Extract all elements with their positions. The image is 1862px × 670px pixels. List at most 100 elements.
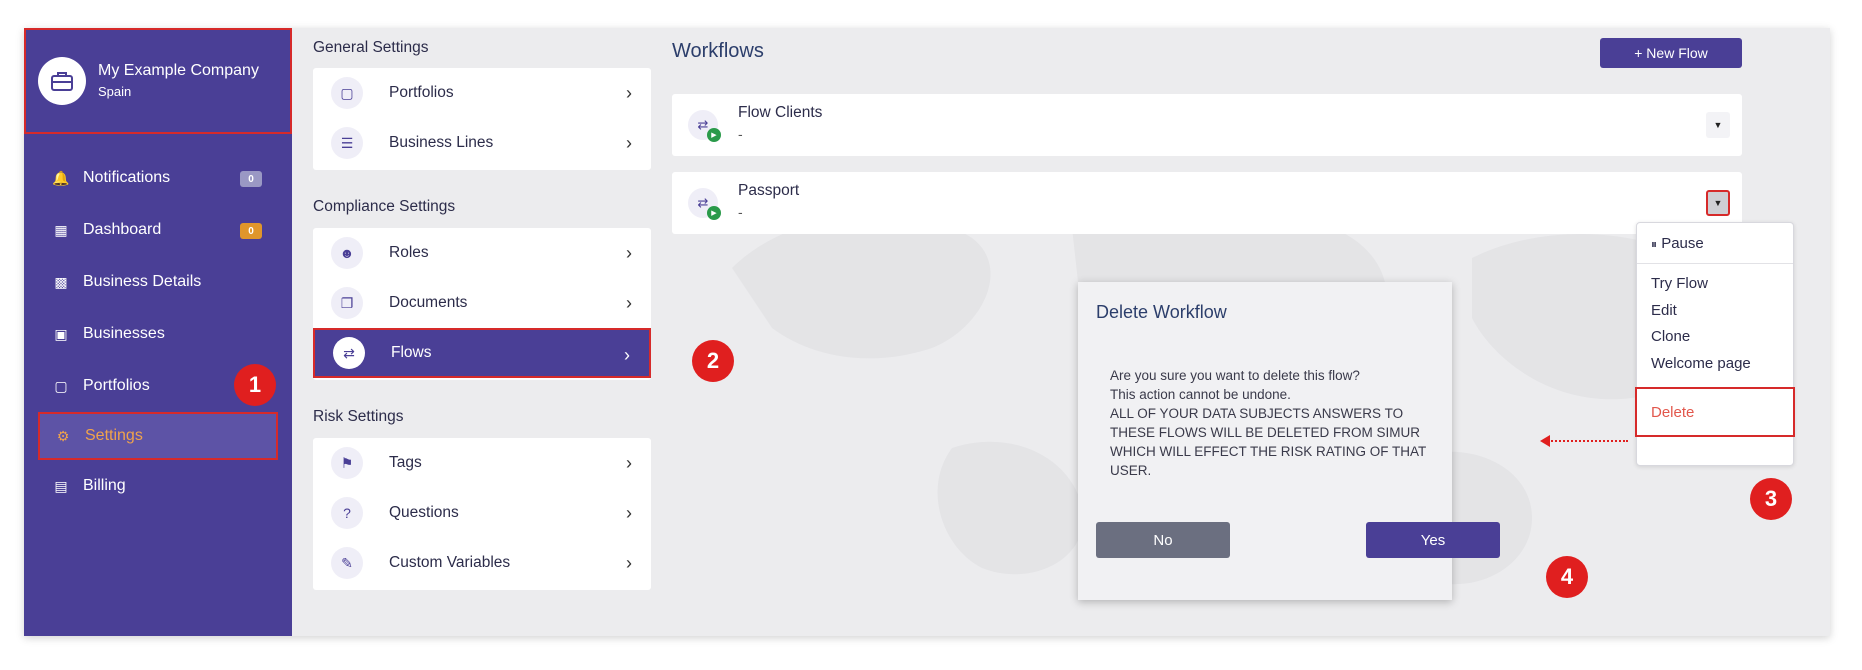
settings-item-tags[interactable]: ⚑ Tags › <box>313 438 651 488</box>
play-icon: ▶ <box>707 128 721 142</box>
settings-item-questions[interactable]: ? Questions › <box>313 488 651 538</box>
settings-item-label: Flows <box>391 344 432 361</box>
invoice-icon: ▤ <box>54 477 68 494</box>
settings-item-label: Custom Variables <box>389 554 511 571</box>
sidebar: My Example Company Spain 🔔 Notifications… <box>24 28 292 636</box>
edit-icon: ✎ <box>331 547 363 579</box>
dialog-line: USER. <box>1110 463 1152 478</box>
flow-icon: ⇄ ▶ <box>688 110 721 142</box>
notifications-badge: 0 <box>240 171 262 187</box>
flow-name: Passport <box>738 182 800 199</box>
sidebar-item-businesses[interactable]: ▣ Businesses <box>24 308 292 360</box>
briefcase-icon: ▢ <box>331 77 363 109</box>
company-avatar <box>38 57 86 105</box>
sidebar-item-billing[interactable]: ▤ Billing <box>24 460 292 512</box>
company-header[interactable]: My Example Company Spain <box>24 28 292 134</box>
user-tie-icon: ☻ <box>331 237 363 269</box>
step-marker-1: 1 <box>234 364 276 406</box>
settings-panel: General Settings ▢ Portfolios › ☰ Busine… <box>292 28 652 636</box>
compliance-settings-title: Compliance Settings <box>313 198 456 215</box>
chevron-right-icon: › <box>626 552 632 573</box>
general-settings-title: General Settings <box>313 39 429 56</box>
org-chart-icon: ☰ <box>331 127 363 159</box>
sidebar-nav: 🔔 Notifications 0 ▦ Dashboard 0 ▩ Busine… <box>24 152 292 512</box>
flow-dropdown-toggle[interactable]: ▼ <box>1706 112 1730 138</box>
flow-icon: ⇄ ▶ <box>688 188 721 220</box>
step-marker-4: 4 <box>1546 556 1588 598</box>
annotation-arrow-head <box>1540 435 1550 447</box>
no-button[interactable]: No <box>1096 522 1230 558</box>
sidebar-item-label: Business Details <box>83 273 202 290</box>
compliance-settings-card: ☻ Roles › ❐ Documents › ⇄ Flows › <box>313 228 651 380</box>
pause-icon: ⏸ <box>1651 237 1658 251</box>
flow-subtitle: - <box>738 126 743 142</box>
menu-divider <box>1637 263 1793 264</box>
risk-settings-title: Risk Settings <box>313 408 404 425</box>
new-flow-button[interactable]: + New Flow <box>1600 38 1742 68</box>
chevron-right-icon: › <box>626 132 632 153</box>
id-badge-icon: ▩ <box>54 273 68 290</box>
sidebar-item-notifications[interactable]: 🔔 Notifications 0 <box>24 152 292 204</box>
flow-card-flow-clients[interactable]: ⇄ ▶ Flow Clients - ▼ <box>672 94 1742 156</box>
settings-item-portfolios[interactable]: ▢ Portfolios › <box>313 68 651 118</box>
menu-item-try-flow[interactable]: Try Flow <box>1651 275 1708 292</box>
sidebar-item-label: Settings <box>85 427 143 444</box>
delete-workflow-dialog: Delete Workflow Are you sure you want to… <box>1078 282 1500 600</box>
play-icon: ▶ <box>707 206 721 220</box>
flow-card-passport[interactable]: ⇄ ▶ Passport - ▼ <box>672 172 1742 234</box>
settings-item-business-lines[interactable]: ☰ Business Lines › <box>313 118 651 168</box>
caret-down-icon: ▼ <box>1713 198 1723 208</box>
menu-item-pause[interactable]: ⏸ Pause <box>1651 235 1704 252</box>
settings-item-label: Business Lines <box>389 134 494 151</box>
settings-item-documents[interactable]: ❐ Documents › <box>313 278 651 328</box>
step-marker-3: 3 <box>1750 478 1792 520</box>
settings-item-label: Tags <box>389 454 422 471</box>
menu-item-clone[interactable]: Clone <box>1651 328 1690 345</box>
settings-item-custom-variables[interactable]: ✎ Custom Variables › <box>313 538 651 588</box>
flow-name: Flow Clients <box>738 104 823 121</box>
settings-item-roles[interactable]: ☻ Roles › <box>313 228 651 278</box>
building-search-icon: ▣ <box>54 325 68 342</box>
sidebar-item-business-details[interactable]: ▩ Business Details <box>24 256 292 308</box>
dialog-line: This action cannot be undone. <box>1110 387 1291 402</box>
sidebar-item-label: Notifications <box>83 169 171 186</box>
settings-item-label: Roles <box>389 244 429 261</box>
dashboard-icon: ▦ <box>54 221 68 238</box>
menu-item-edit[interactable]: Edit <box>1651 302 1677 319</box>
sidebar-item-label: Billing <box>83 477 126 494</box>
tag-icon: ⚑ <box>331 447 363 479</box>
flow-subtitle: - <box>738 204 743 220</box>
settings-item-label: Documents <box>389 294 468 311</box>
menu-item-welcome-page[interactable]: Welcome page <box>1651 355 1751 372</box>
menu-item-delete[interactable]: Delete <box>1635 387 1795 437</box>
menu-item-label: Pause <box>1661 235 1704 252</box>
chevron-right-icon: › <box>626 82 632 103</box>
settings-item-label: Portfolios <box>389 84 454 101</box>
caret-down-icon: ▼ <box>1713 120 1723 130</box>
yes-button[interactable]: Yes <box>1366 522 1500 558</box>
chevron-right-icon: › <box>626 452 632 473</box>
company-country: Spain <box>98 84 132 99</box>
app-window: My Example Company Spain 🔔 Notifications… <box>24 28 1830 636</box>
bell-icon: 🔔 <box>52 169 70 186</box>
sidebar-item-settings[interactable]: ⚙ Settings <box>38 412 278 460</box>
dialog-line: WHICH WILL EFFECT THE RISK RATING OF THA… <box>1110 444 1427 459</box>
sidebar-item-label: Portfolios <box>83 377 150 394</box>
settings-item-flows[interactable]: ⇄ Flows › <box>313 328 651 378</box>
flow-icon: ⇄ <box>333 337 365 369</box>
risk-settings-card: ⚑ Tags › ? Questions › ✎ Custom Variable… <box>313 438 651 590</box>
documents-icon: ❐ <box>331 287 363 319</box>
settings-item-label: Questions <box>389 504 459 521</box>
flow-dropdown-toggle[interactable]: ▼ <box>1706 190 1730 216</box>
chevron-right-icon: › <box>626 502 632 523</box>
dialog-message: Are you sure you want to delete this flo… <box>1110 366 1440 480</box>
dashboard-badge: 0 <box>240 223 262 239</box>
annotation-arrow-line <box>1548 440 1628 442</box>
page-title: Workflows <box>672 40 764 62</box>
chevron-right-icon: › <box>626 242 632 263</box>
sidebar-item-label: Businesses <box>83 325 165 342</box>
briefcase-icon: ▢ <box>54 377 68 394</box>
question-icon: ? <box>331 497 363 529</box>
sidebar-item-dashboard[interactable]: ▦ Dashboard 0 <box>24 204 292 256</box>
step-marker-2: 2 <box>692 340 734 382</box>
